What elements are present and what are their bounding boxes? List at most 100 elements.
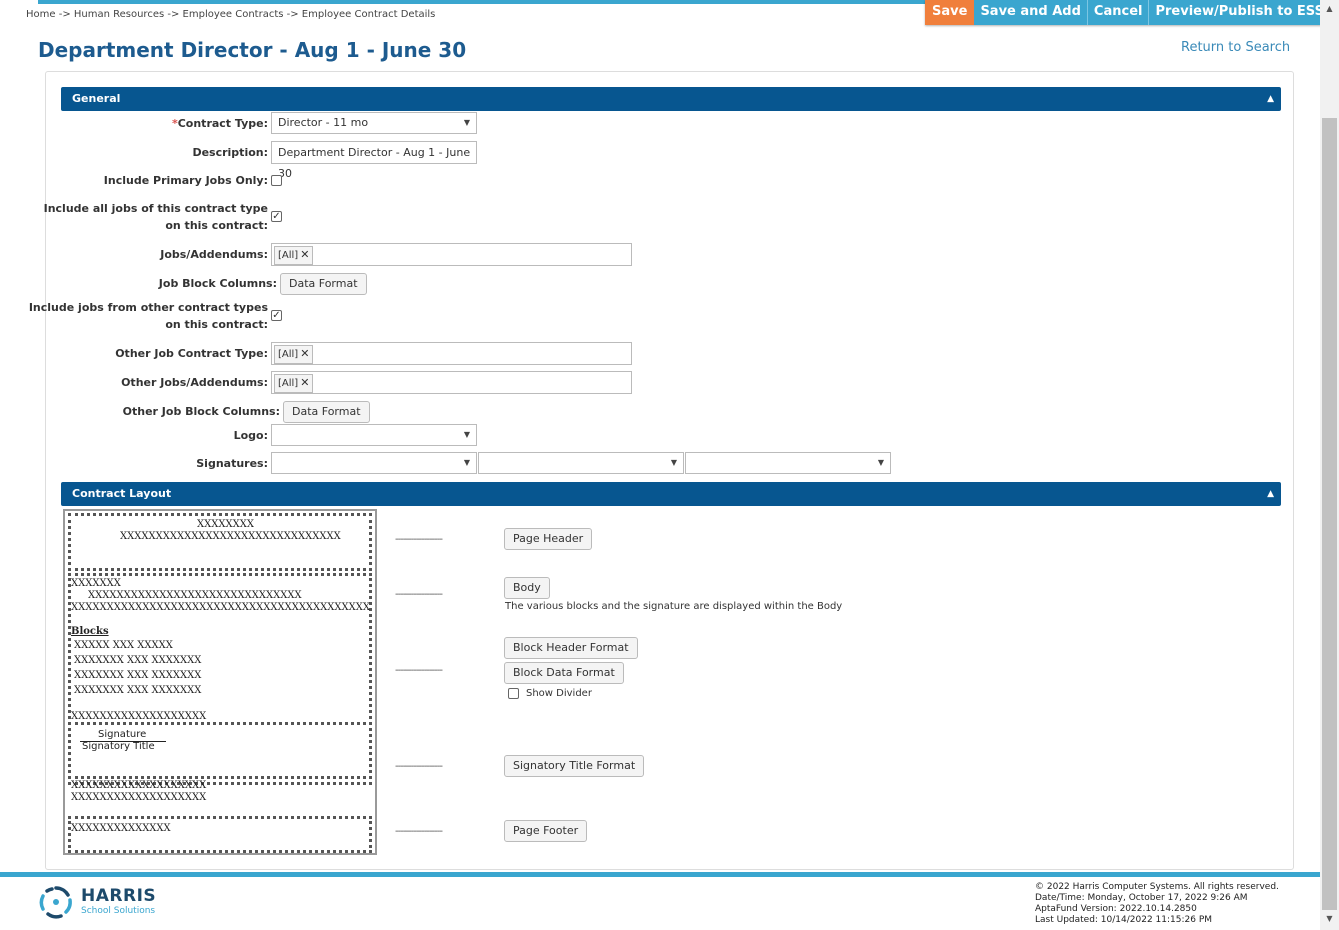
contract-type-label-text: Contract Type: (177, 117, 268, 130)
job-block-data-format-button[interactable]: Data Format (280, 273, 367, 295)
logo-select[interactable]: ▼ (271, 424, 477, 446)
cancel-button[interactable]: Cancel (1087, 0, 1150, 25)
jobs-addendums-tag: [All] ✕ (274, 246, 314, 265)
collapse-caret-icon[interactable]: ▲ (1267, 482, 1274, 506)
footer-info: © 2022 Harris Computer Systems. All righ… (1035, 882, 1279, 926)
contract-layout-section-header[interactable]: Contract Layout ▲ (61, 482, 1281, 506)
description-input[interactable]: Department Director - Aug 1 - June 30 (271, 141, 477, 180)
logo-label: Logo: (233, 429, 268, 442)
other-jobs-label: Other Jobs/Addendums: (121, 376, 268, 389)
description-label: Description: (192, 146, 268, 159)
contract-type-select[interactable]: Director - 11 mo ▼ (271, 112, 477, 134)
chevron-down-icon: ▼ (463, 430, 470, 439)
include-primary-checkbox[interactable] (271, 175, 282, 186)
vertical-scrollbar[interactable]: ▲ ▼ (1320, 0, 1339, 930)
body-line-3: XXXXXXXXXXXXXXXXXXXXXXXXXXXXXXXXXXXXXXXX… (71, 602, 371, 613)
other-block-data-format-button[interactable]: Data Format (283, 401, 370, 423)
body-block: XXXXXXX XXXXXXXXXXXXXXXXXXXXXXXXXXXXXX X… (68, 573, 372, 791)
header-line-2: XXXXXXXXXXXXXXXXXXXXXXXXXXXXXXX (120, 531, 341, 542)
chevron-down-icon: ▼ (463, 118, 470, 127)
contract-layout-preview: XXXXXXXX XXXXXXXXXXXXXXXXXXXXXXXXXXXXXXX… (63, 509, 377, 855)
save-button[interactable]: Save (925, 0, 975, 25)
show-divider-checkbox[interactable] (508, 688, 519, 699)
contract-type-value: Director - 11 mo (278, 116, 369, 129)
job-block-columns-label: Job Block Columns: (158, 277, 277, 290)
other-jobs-multiselect[interactable]: [All] ✕ (271, 371, 632, 394)
page-footer-button[interactable]: Page Footer (504, 820, 588, 842)
scroll-down-arrow-icon[interactable]: ▼ (1320, 912, 1339, 926)
connector-dashes: ------------------ (395, 665, 443, 676)
signatory-title: Signatory Title (82, 741, 155, 752)
logo-wordmark: HARRIS (81, 886, 157, 906)
remove-tag-icon[interactable]: ✕ (300, 347, 309, 360)
signature-select-2[interactable]: ▼ (478, 452, 684, 474)
signature-block: Signature Signatory Title (68, 722, 372, 779)
connector-dashes: ------------------ (395, 589, 443, 600)
last-updated-text: Last Updated: 10/14/2022 11:15:26 PM (1035, 915, 1213, 925)
chevron-down-icon: ▼ (877, 458, 884, 467)
block-header-format-button[interactable]: Block Header Format (504, 637, 638, 659)
body-button[interactable]: Body (504, 577, 550, 599)
copyright-text: © 2022 Harris Computer Systems. All righ… (1035, 882, 1279, 892)
datetime-text: Date/Time: Monday, October 17, 2022 9:26… (1035, 893, 1248, 903)
general-section-title: General (72, 92, 121, 105)
footer-preview-line: XXXXXXXXXXXXXX (71, 823, 171, 834)
page-footer-block: XXXXXXXXXXXXXX (68, 816, 372, 853)
block-data-row: XXXXXXX XXX XXXXXXX (74, 670, 202, 681)
post-signature-line-1: XXXXXXXXXXXXXXXXXXX (71, 780, 207, 791)
body-line-1: XXXXXXX (71, 578, 121, 589)
jobs-addendums-multiselect[interactable]: [All] ✕ (271, 243, 632, 266)
page-title: Department Director - Aug 1 - June 30 (38, 38, 467, 62)
block-header-row: XXXXX XXX XXXXX (74, 640, 173, 651)
scrollbar-thumb[interactable] (1322, 118, 1337, 910)
collapse-caret-icon[interactable]: ▲ (1267, 87, 1274, 111)
include-other-label-line2: on this contract: (165, 318, 268, 331)
body-line-2: XXXXXXXXXXXXXXXXXXXXXXXXXXXXXX (88, 590, 302, 601)
other-contract-type-tag: [All] ✕ (274, 345, 314, 364)
page-header-button[interactable]: Page Header (504, 528, 593, 550)
signatures-label: Signatures: (196, 457, 268, 470)
include-all-label-line2: on this contract: (165, 219, 268, 232)
footer-accent-line (0, 872, 1320, 877)
return-to-search-link[interactable]: Return to Search (1181, 40, 1290, 55)
signature-select-1[interactable]: ▼ (271, 452, 477, 474)
other-jobs-tag: [All] ✕ (274, 374, 314, 393)
include-other-label-line1: Include jobs from other contract types (28, 301, 268, 314)
chevron-down-icon: ▼ (670, 458, 677, 467)
contract-type-label: *Contract Type: (172, 117, 268, 130)
breadcrumb: Home -> Human Resources -> Employee Cont… (26, 9, 436, 20)
scroll-up-arrow-icon[interactable]: ▲ (1320, 2, 1339, 16)
body-hint-text: The various blocks and the signature are… (505, 601, 843, 612)
other-contract-type-tag-text: [All] (278, 349, 299, 360)
version-text: AptaFund Version: 2022.10.14.2850 (1035, 904, 1197, 914)
block-data-row: XXXXXXX XXX XXXXXXX (74, 685, 202, 696)
harris-logo: HARRIS School Solutions (37, 884, 167, 920)
signature-select-3[interactable]: ▼ (685, 452, 891, 474)
contract-layout-section-title: Contract Layout (72, 487, 172, 500)
connector-dashes: ------------------ (395, 761, 443, 772)
include-other-checkbox[interactable]: ✓ (271, 310, 282, 321)
show-divider-label: Show Divider (526, 688, 592, 699)
save-and-add-button[interactable]: Save and Add (974, 0, 1088, 25)
jobs-addendums-tag-text: [All] (278, 250, 299, 261)
blocks-label: Blocks (71, 626, 109, 637)
block-data-format-button[interactable]: Block Data Format (504, 662, 624, 684)
include-all-checkbox[interactable]: ✓ (271, 211, 282, 222)
remove-tag-icon[interactable]: ✕ (300, 248, 309, 261)
other-contract-type-multiselect[interactable]: [All] ✕ (271, 342, 632, 365)
other-jobs-tag-text: [All] (278, 378, 299, 389)
include-all-label-line1: Include all jobs of this contract type (43, 202, 268, 215)
harris-swirl-icon (39, 886, 72, 919)
remove-tag-icon[interactable]: ✕ (300, 376, 309, 389)
general-section-header[interactable]: General ▲ (61, 87, 1281, 111)
preview-publish-button[interactable]: Preview/Publish to ESS (1149, 0, 1330, 25)
connector-dashes: ------------------ (395, 826, 443, 837)
other-block-columns-label: Other Job Block Columns: (122, 405, 280, 418)
other-contract-type-label: Other Job Contract Type: (115, 347, 268, 360)
jobs-addendums-label: Jobs/Addendums: (160, 248, 268, 261)
signatory-title-format-button[interactable]: Signatory Title Format (504, 755, 645, 777)
connector-dashes: ------------------ (395, 534, 443, 545)
include-primary-label: Include Primary Jobs Only: (103, 174, 268, 187)
page-header-block: XXXXXXXX XXXXXXXXXXXXXXXXXXXXXXXXXXXXXXX (68, 513, 372, 571)
chevron-down-icon: ▼ (463, 458, 470, 467)
